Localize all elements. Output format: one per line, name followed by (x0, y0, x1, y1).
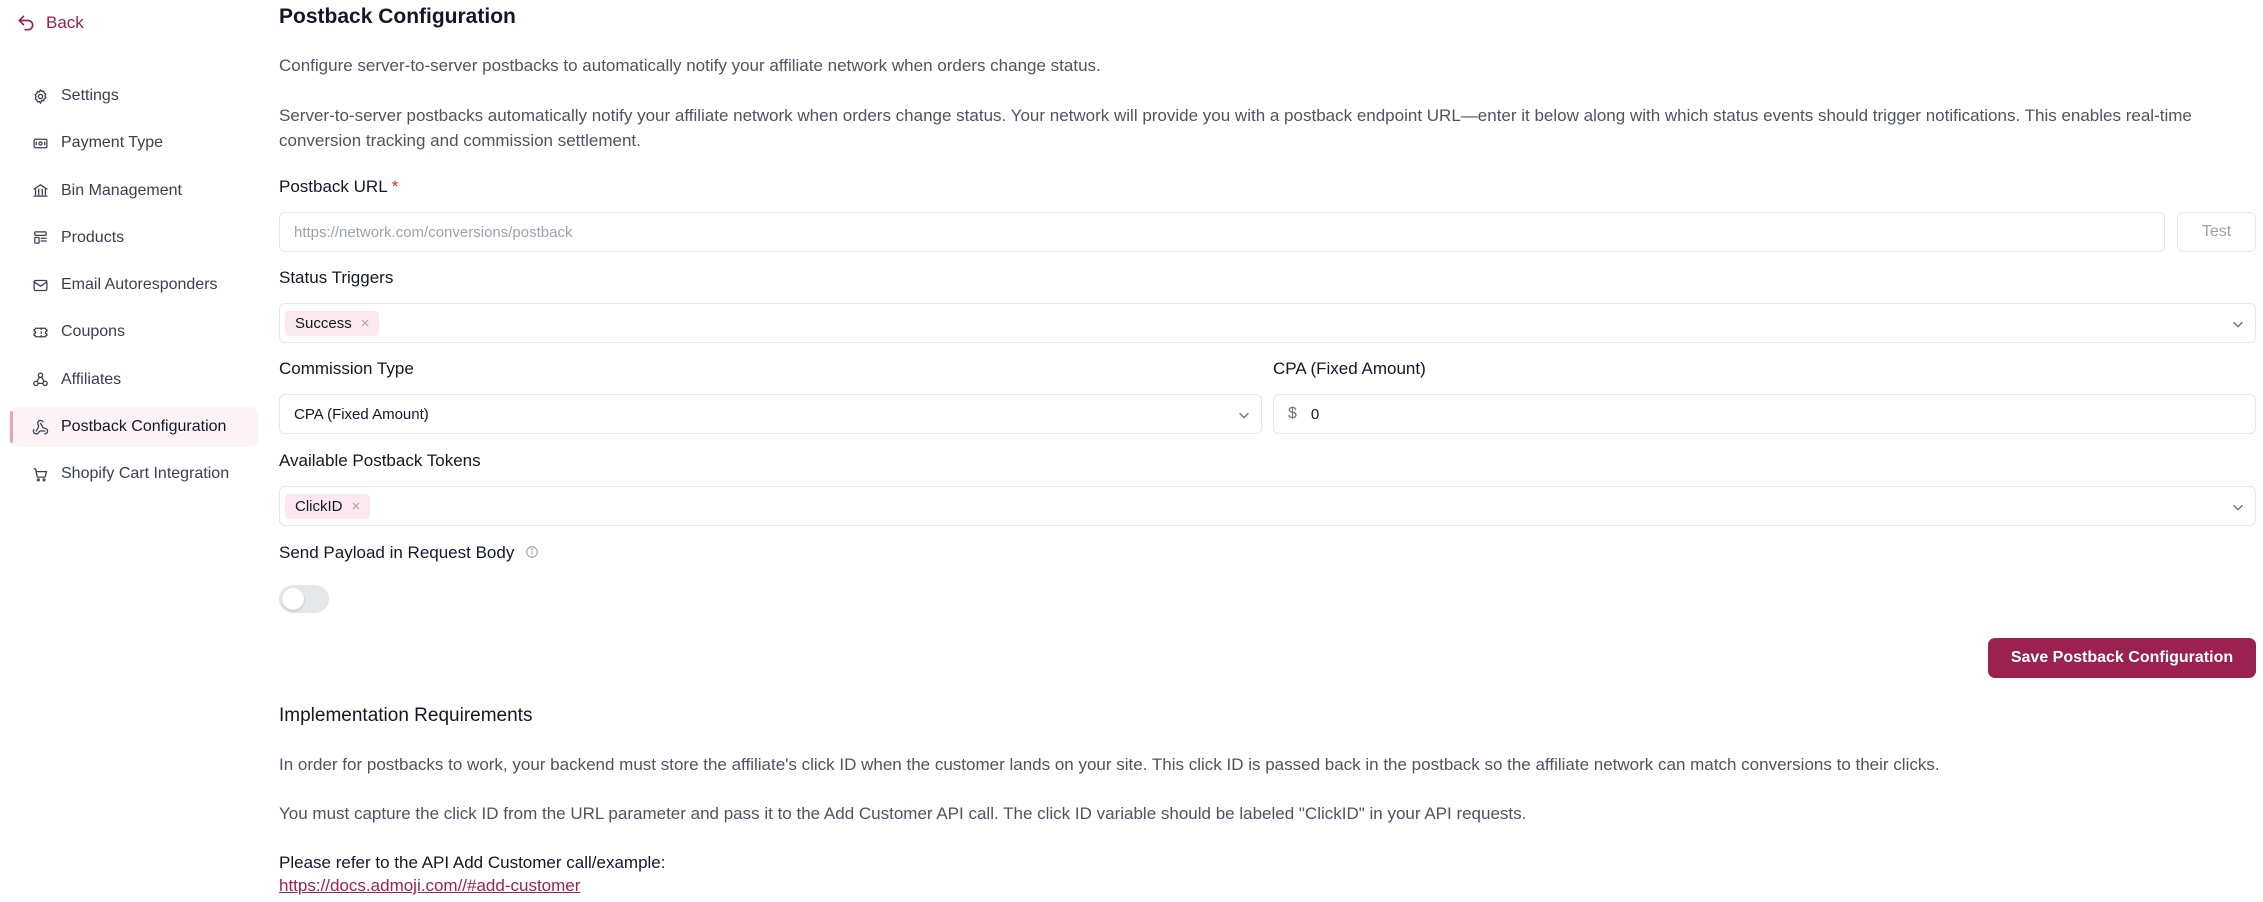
chevron-down-icon (1239, 412, 1249, 419)
bank-icon (33, 184, 48, 197)
chip-remove-icon[interactable]: × (352, 498, 361, 515)
chip-label: Success (295, 314, 352, 332)
sidebar-item-label: Bin Management (61, 181, 182, 199)
sidebar-item-shopify-cart-integration[interactable]: Shopify Cart Integration (10, 454, 258, 494)
back-arrow-icon (18, 15, 34, 31)
postback-tokens-select[interactable]: ClickID × (279, 486, 2256, 526)
postback-url-input[interactable]: https://network.com/conversions/postback (279, 212, 2165, 252)
commission-type-select[interactable]: CPA (Fixed Amount) (279, 394, 1262, 434)
postback-url-placeholder: https://network.com/conversions/postback (294, 223, 573, 241)
page-title: Postback Configuration (279, 5, 516, 28)
webhook-icon (32, 419, 49, 435)
sidebar-item-label: Email Autoresponders (61, 276, 218, 294)
cpa-amount-value: 0 (1310, 405, 1320, 423)
ticket-icon (33, 327, 48, 338)
sidebar-item-label: Shopify Cart Integration (61, 465, 230, 483)
send-payload-toggle[interactable] (279, 585, 329, 613)
status-triggers-select[interactable]: Success × (279, 303, 2256, 343)
sidebar-item-label: Products (61, 228, 125, 246)
cpa-amount-label: CPA (Fixed Amount) (1273, 359, 1426, 378)
send-payload-label: Send Payload in Request Body (279, 543, 539, 563)
payment-icon (33, 138, 48, 149)
sidebar-item-label: Settings (61, 87, 119, 104)
postback-url-label: Postback URL * (279, 177, 398, 197)
token-chip-clickid: ClickID × (285, 493, 371, 519)
sidebar-item-settings[interactable]: Settings (10, 76, 258, 116)
chevron-down-icon (2233, 504, 2243, 511)
sidebar-item-bin-management[interactable]: Bin Management (10, 171, 258, 211)
sidebar-item-postback-configuration[interactable]: Postback Configuration (10, 407, 258, 448)
sidebar-nav: Settings Payment Type Bin Management Pro… (10, 76, 258, 502)
gear-icon (34, 88, 47, 104)
sidebar-item-coupons[interactable]: Coupons (10, 312, 258, 352)
cpa-amount-input[interactable]: $ 0 (1273, 394, 2256, 434)
mail-icon (33, 279, 48, 291)
save-postback-configuration-button[interactable]: Save Postback Configuration (1988, 638, 2256, 678)
status-triggers-label: Status Triggers (279, 268, 394, 287)
sidebar-item-affiliates[interactable]: Affiliates (10, 360, 258, 400)
send-payload-label-text: Send Payload in Request Body (279, 543, 515, 562)
commission-type-label: Commission Type (279, 359, 414, 378)
cart-icon (33, 468, 48, 482)
sidebar-item-email-autoresponders[interactable]: Email Autoresponders (10, 265, 258, 305)
chip-label: ClickID (295, 497, 343, 515)
sidebar-item-payment-type[interactable]: Payment Type (10, 123, 258, 163)
postback-url-label-text: Postback URL (279, 177, 388, 196)
chip-remove-icon[interactable]: × (361, 315, 370, 332)
sidebar-item-label: Payment Type (61, 134, 163, 152)
sidebar-item-products[interactable]: Products (10, 218, 258, 258)
implementation-paragraph-2: You must capture the click ID from the U… (279, 804, 1527, 823)
toggle-knob (282, 588, 304, 610)
sidebar-item-label: Affiliates (61, 370, 122, 388)
sidebar-item-label: Postback Configuration (61, 418, 227, 436)
products-icon (34, 231, 47, 245)
implementation-paragraph-1: In order for postbacks to work, your bac… (279, 755, 1940, 774)
back-label: Back (46, 13, 84, 32)
page-description: Server-to-server postbacks automatically… (279, 106, 2192, 150)
commission-type-value: CPA (Fixed Amount) (294, 405, 429, 423)
status-chip-success: Success × (285, 310, 380, 336)
api-docs-link[interactable]: https://docs.admoji.com//#add-customer (279, 876, 580, 896)
page-intro: Configure server-to-server postbacks to … (279, 56, 1101, 75)
info-icon[interactable] (525, 545, 539, 559)
sidebar-item-label: Coupons (61, 323, 126, 341)
implementation-paragraph-3: Please refer to the API Add Customer cal… (279, 853, 666, 872)
chevron-down-icon (2233, 321, 2243, 328)
currency-symbol: $ (1288, 405, 1297, 422)
required-mark: * (391, 177, 399, 196)
test-button[interactable]: Test (2177, 212, 2256, 252)
sidebar: Back Settings Payment Type Bin Managemen… (0, 0, 262, 902)
affiliates-icon (33, 372, 48, 387)
implementation-title: Implementation Requirements (279, 705, 533, 726)
postback-tokens-label: Available Postback Tokens (279, 451, 481, 470)
back-button[interactable]: Back (16, 13, 84, 33)
